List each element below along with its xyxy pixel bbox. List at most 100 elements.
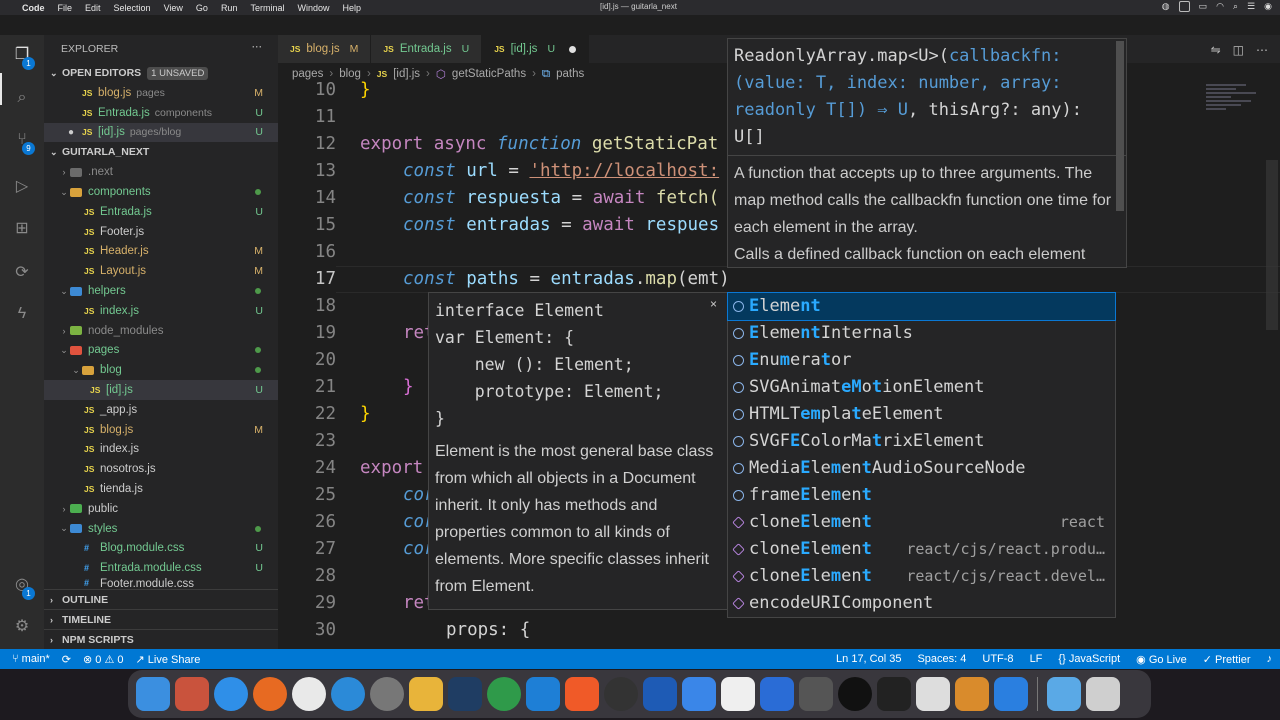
settings-gear-icon[interactable]: ⚙ — [11, 615, 33, 637]
menu-terminal[interactable]: Terminal — [250, 3, 284, 13]
tree-components[interactable]: ⌄ components — [44, 182, 278, 202]
suggestion-item[interactable]: MediaElementAudioSourceNode — [728, 455, 1115, 482]
tree-footer-css[interactable]: # Footer.module.css — [44, 578, 278, 588]
suggestion-item[interactable]: encodeURIComponent — [728, 590, 1115, 617]
dictionary-icon[interactable] — [721, 677, 755, 711]
notifications-bell-icon[interactable]: ♪ — [1267, 653, 1273, 665]
tree-blog-js[interactable]: JS blog.js M — [44, 420, 278, 440]
photo-booth-icon[interactable] — [799, 677, 833, 711]
tree-entrada[interactable]: JS Entrada.js U — [44, 202, 278, 222]
unsaved-dot-icon[interactable]: ● — [68, 127, 82, 138]
indentation[interactable]: Spaces: 4 — [917, 653, 966, 665]
timeline-section[interactable]: › TIMELINE — [44, 609, 278, 629]
textedit-icon[interactable] — [916, 677, 950, 711]
tab-entrada[interactable]: JS Entrada.js U — [371, 35, 483, 63]
tree-app-js[interactable]: JS _app.js — [44, 400, 278, 420]
tab-id[interactable]: JS [id].js U — [482, 35, 590, 63]
branch-item[interactable]: ⑂ main* — [12, 653, 50, 665]
app-tray-icon[interactable] — [1178, 1, 1190, 12]
suggestion-item[interactable]: Element — [727, 292, 1116, 321]
problems-item[interactable]: ⊗ 0 ⚠ 0 — [83, 653, 123, 666]
tree-index-js[interactable]: JS index.js — [44, 440, 278, 460]
compare-changes-icon[interactable]: ⇋ — [1211, 43, 1221, 57]
prettier-item[interactable]: ✓ Prettier — [1203, 653, 1251, 666]
suggestion-item[interactable]: frameElement — [728, 482, 1115, 509]
search-icon[interactable]: ⌕ — [11, 87, 33, 109]
obs-icon[interactable] — [838, 677, 872, 711]
suggestion-item[interactable]: SVGAnimateMotionElement — [728, 374, 1115, 401]
edge-icon[interactable] — [331, 677, 365, 711]
tree-entrada-css[interactable]: # Entrada.module.css U — [44, 558, 278, 578]
wifi-icon[interactable]: ◠ — [1216, 1, 1224, 12]
close-icon[interactable]: × — [710, 297, 717, 311]
menu-selection[interactable]: Selection — [114, 3, 151, 13]
launchpad-icon[interactable] — [175, 677, 209, 711]
safari-icon[interactable] — [214, 677, 248, 711]
open-editor-id[interactable]: ● JS [id].js pages/blog U — [44, 122, 278, 143]
extensions-icon[interactable]: ⊞ — [11, 217, 33, 239]
chrome-icon[interactable] — [292, 677, 326, 711]
xcode-icon[interactable] — [643, 677, 677, 711]
app-store-icon[interactable] — [682, 677, 716, 711]
run-debug-icon[interactable]: ▷ — [11, 175, 33, 197]
spotlight-icon[interactable]: ⌕ — [1233, 1, 1238, 12]
finder-icon[interactable] — [136, 677, 170, 711]
cursor-position[interactable]: Ln 17, Col 35 — [836, 653, 901, 665]
keynote-icon[interactable] — [994, 677, 1028, 711]
unsaved-dot-icon[interactable] — [569, 45, 577, 53]
menu-edit[interactable]: Edit — [85, 3, 101, 13]
menu-window[interactable]: Window — [297, 3, 329, 13]
tree-helpers-index[interactable]: JS index.js U — [44, 301, 278, 321]
menu-run[interactable]: Run — [221, 3, 238, 13]
tree-nosotros[interactable]: JS nosotros.js — [44, 459, 278, 479]
more-actions-icon[interactable]: ⋯ — [1256, 43, 1268, 57]
tree-helpers[interactable]: ⌄ helpers — [44, 281, 278, 301]
siri-icon[interactable]: ◉ — [1264, 1, 1272, 12]
mysql-workbench-icon[interactable] — [448, 677, 482, 711]
menu-view[interactable]: View — [164, 3, 183, 13]
font-app-icon[interactable] — [760, 677, 794, 711]
menu-app[interactable]: Code — [22, 3, 45, 13]
suggestion-item[interactable]: ElementInternals — [728, 320, 1115, 347]
mongodb-compass-icon[interactable] — [487, 677, 521, 711]
line-ending[interactable]: LF — [1030, 653, 1043, 665]
open-editors-section[interactable]: ⌄ OPEN EDITORS 1 UNSAVED — [44, 63, 278, 83]
more-actions-icon[interactable]: ⋯ — [252, 41, 263, 53]
language-mode[interactable]: {} JavaScript — [1058, 653, 1120, 665]
tree-next[interactable]: › .next — [44, 162, 278, 182]
trash-icon[interactable] — [1086, 677, 1120, 711]
terminal-icon[interactable] — [877, 677, 911, 711]
popup-scrollbar[interactable] — [1116, 41, 1124, 211]
tree-header[interactable]: JS Header.js M — [44, 242, 278, 262]
go-live-item[interactable]: ◉ Go Live — [1136, 653, 1187, 666]
suggestion-item[interactable]: HTMLTemplateElement — [728, 401, 1115, 428]
tree-id-js[interactable]: JS [id].js U — [44, 380, 278, 400]
downloads-folder-icon[interactable] — [1047, 677, 1081, 711]
npm-scripts-section[interactable]: › NPM SCRIPTS — [44, 629, 278, 649]
battery-icon[interactable]: ▭ — [1199, 1, 1208, 12]
suggestion-item[interactable]: cloneElement react/cjs/react.produ… — [728, 536, 1115, 563]
editor-scrollbar[interactable] — [1266, 160, 1278, 330]
menu-go[interactable]: Go — [196, 3, 208, 13]
github-desktop-icon[interactable] — [604, 677, 638, 711]
suggestion-item[interactable]: cloneElement react — [728, 509, 1115, 536]
project-section[interactable]: ⌄ GUITARLA_NEXT — [44, 142, 278, 162]
tableplus-icon[interactable] — [409, 677, 443, 711]
split-editor-icon[interactable]: ◫ — [1233, 43, 1244, 57]
audio-app-icon[interactable] — [955, 677, 989, 711]
system-preferences-icon[interactable] — [370, 677, 404, 711]
vscode-icon[interactable] — [526, 677, 560, 711]
control-center-icon[interactable]: ☰ — [1247, 1, 1255, 12]
suggestion-item[interactable]: cloneElement react/cjs/react.devel… — [728, 563, 1115, 590]
menu-help[interactable]: Help — [342, 3, 361, 13]
tree-blog-css[interactable]: # Blog.module.css U — [44, 539, 278, 559]
open-editor-blog[interactable]: JS blog.js pages M — [44, 83, 278, 103]
tree-pages[interactable]: ⌄ pages — [44, 341, 278, 361]
sync-icon[interactable]: ⟳ — [62, 653, 71, 666]
tree-layout[interactable]: JS Layout.js M — [44, 261, 278, 281]
outline-section[interactable]: › OUTLINE — [44, 589, 278, 609]
tree-node-modules[interactable]: › node_modules — [44, 321, 278, 341]
live-share-item[interactable]: ↗ Live Share — [135, 653, 200, 666]
firefox-icon[interactable] — [253, 677, 287, 711]
suggestion-item[interactable]: Enumerator — [728, 347, 1115, 374]
